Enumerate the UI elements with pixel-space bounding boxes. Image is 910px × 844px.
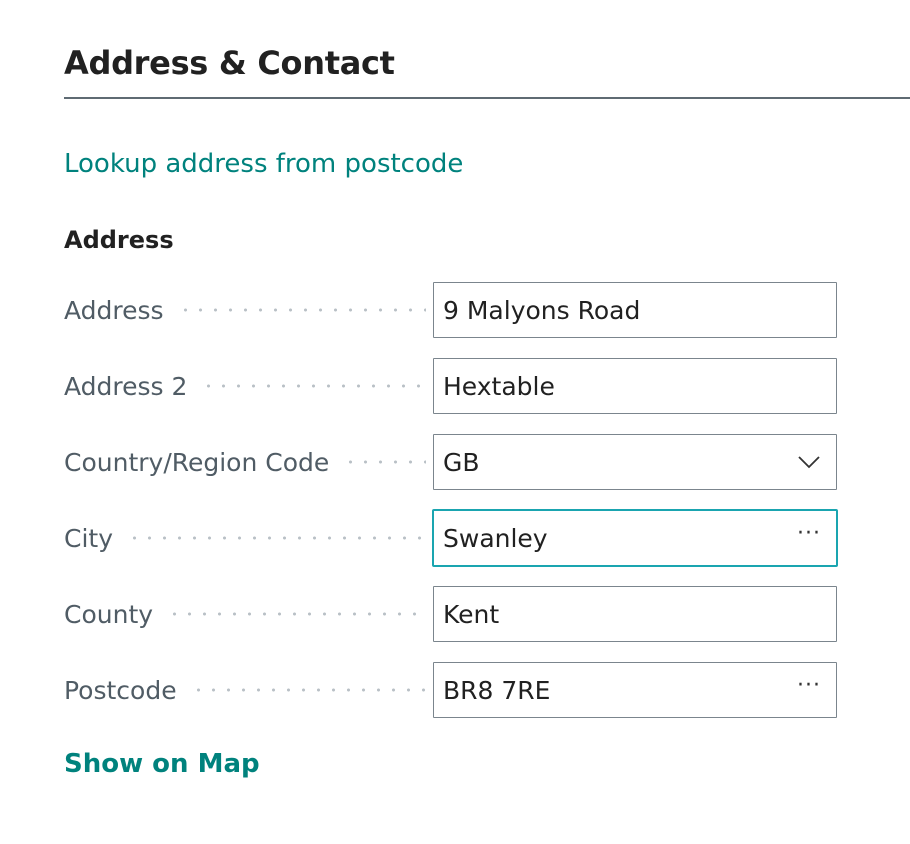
section-title: Address & Contact: [64, 44, 395, 82]
county-input[interactable]: Kent: [434, 600, 836, 629]
field-row-county: County Kent: [64, 586, 838, 642]
chevron-down-icon[interactable]: [782, 435, 836, 489]
city-input[interactable]: Swanley: [434, 524, 782, 553]
lookup-address-link[interactable]: Lookup address from postcode: [64, 149, 463, 179]
dotted-leader: [127, 536, 426, 540]
field-row-address: Address 9 Malyons Road: [64, 282, 838, 338]
field-label-text: City: [64, 523, 113, 553]
county-input-box[interactable]: Kent: [433, 586, 837, 642]
field-label-city: City: [64, 510, 426, 566]
show-on-map-link[interactable]: Show on Map: [64, 749, 260, 779]
field-label-address-2: Address 2: [64, 358, 426, 414]
postcode-input-box[interactable]: BR8 7RE ···: [433, 662, 837, 718]
field-label-text: Country/Region Code: [64, 447, 330, 477]
field-label-text: Postcode: [64, 675, 177, 705]
field-label-postcode: Postcode: [64, 662, 426, 718]
address-2-input-box[interactable]: Hextable: [433, 358, 837, 414]
ellipsis-icon: ···: [797, 673, 821, 698]
address-2-input[interactable]: Hextable: [434, 372, 836, 401]
country-region-code-value[interactable]: GB: [434, 448, 782, 477]
section-divider: [64, 97, 910, 99]
field-label-county: County: [64, 586, 426, 642]
field-label-text: Address: [64, 295, 164, 325]
field-row-postcode: Postcode BR8 7RE ···: [64, 662, 838, 718]
address-input[interactable]: 9 Malyons Road: [434, 296, 836, 325]
address-group-heading: Address: [64, 226, 174, 254]
field-label-text: Address 2: [64, 371, 188, 401]
dotted-leader: [177, 308, 426, 312]
dotted-leader: [167, 612, 426, 616]
field-label-text: County: [64, 599, 154, 629]
city-lookup-button[interactable]: ···: [782, 511, 836, 565]
city-input-box[interactable]: Swanley ···: [433, 510, 837, 566]
postcode-input[interactable]: BR8 7RE: [434, 676, 782, 705]
field-label-address: Address: [64, 282, 426, 338]
field-row-address-2: Address 2 Hextable: [64, 358, 838, 414]
field-row-city: City Swanley ···: [64, 510, 838, 566]
postcode-lookup-button[interactable]: ···: [782, 663, 836, 717]
address-input-box[interactable]: 9 Malyons Road: [433, 282, 837, 338]
dotted-leader: [190, 688, 426, 692]
dotted-leader: [343, 460, 426, 464]
country-region-code-select[interactable]: GB: [433, 434, 837, 490]
field-row-country-region-code: Country/Region Code GB: [64, 434, 838, 490]
dotted-leader: [201, 384, 426, 388]
field-label-country-region-code: Country/Region Code: [64, 434, 426, 490]
ellipsis-icon: ···: [797, 521, 821, 546]
